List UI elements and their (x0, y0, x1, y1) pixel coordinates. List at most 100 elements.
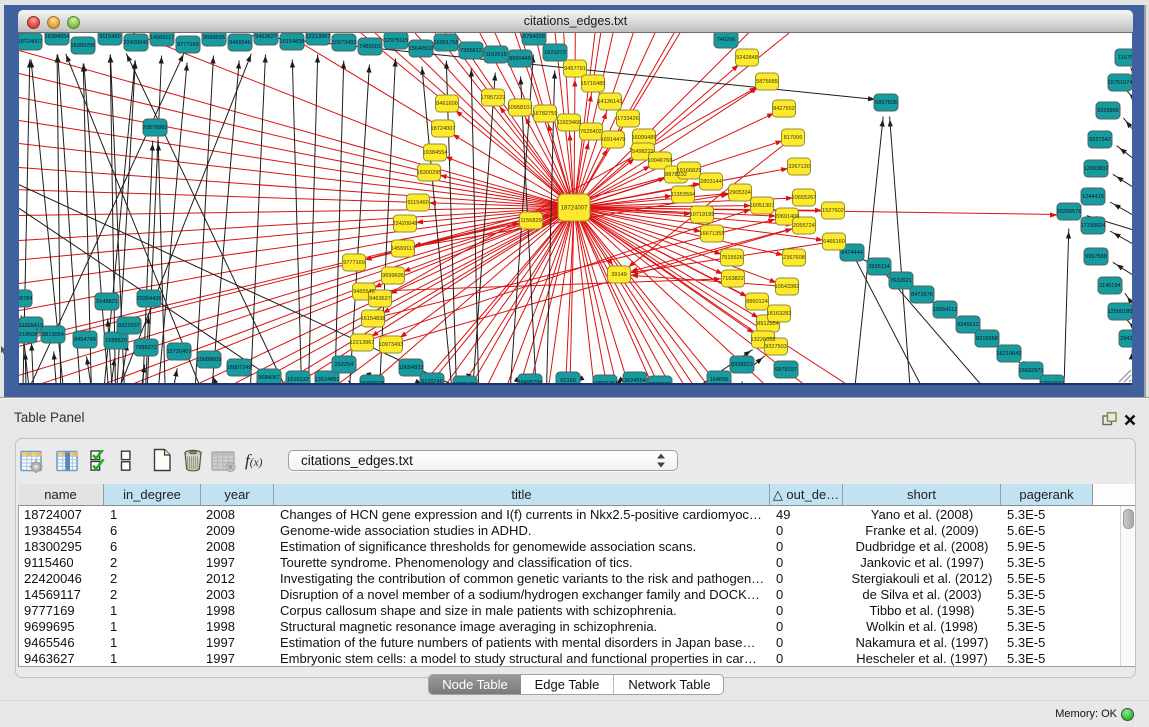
svg-text:20206576: 20206576 (1057, 209, 1082, 215)
svg-text:12213967: 12213967 (350, 340, 375, 346)
svg-text:1244415: 1244415 (1082, 194, 1104, 200)
svg-text:9327503: 9327503 (765, 344, 787, 350)
svg-text:18300295: 18300295 (71, 43, 96, 49)
svg-text:10654112: 10654112 (933, 307, 957, 313)
svg-text:9227342: 9227342 (1089, 137, 1111, 143)
svg-text:6794028: 6794028 (523, 34, 545, 40)
svg-text:19654923: 19654923 (399, 365, 424, 371)
svg-text:9777169: 9777169 (177, 42, 199, 48)
svg-text:15640910: 15640910 (409, 46, 434, 52)
svg-text:16914479: 16914479 (601, 137, 626, 143)
svg-text:18724007: 18724007 (431, 126, 456, 132)
svg-text:7955812: 7955812 (460, 48, 482, 54)
svg-text:16154838: 16154838 (280, 39, 305, 45)
svg-text:6879197: 6879197 (775, 367, 797, 373)
svg-text:817006: 817006 (784, 135, 803, 141)
svg-text:8427552: 8427552 (773, 106, 795, 112)
svg-text:9115460: 9115460 (407, 200, 428, 206)
svg-text:12505185: 12505185 (1108, 309, 1132, 315)
svg-text:8454749: 8454749 (74, 337, 96, 343)
svg-text:62160: 62160 (560, 378, 576, 384)
svg-text:13524851: 13524851 (315, 377, 340, 383)
svg-text:10688609: 10688609 (197, 357, 222, 363)
svg-text:12213967: 12213967 (306, 34, 331, 40)
svg-text:11325419: 11325419 (19, 323, 43, 329)
svg-text:7625402: 7625402 (580, 129, 602, 135)
svg-text:9699695: 9699695 (203, 35, 225, 41)
svg-text:10973493: 10973493 (332, 40, 357, 46)
svg-text:10046766: 10046766 (648, 158, 673, 164)
svg-text:13226058: 13226058 (751, 337, 776, 343)
svg-text:9245612: 9245612 (957, 322, 979, 328)
svg-text:252254: 252254 (335, 362, 354, 368)
svg-text:10958107: 10958107 (508, 105, 533, 111)
svg-text:8813054: 8813054 (42, 332, 64, 338)
svg-text:15692971: 15692971 (1019, 368, 1044, 374)
svg-text:7163822: 7163822 (722, 276, 744, 282)
svg-text:9899695: 9899695 (649, 382, 671, 384)
svg-text:19384554: 19384554 (423, 150, 448, 156)
svg-text:15751074: 15751074 (1108, 80, 1132, 86)
svg-text:15716485: 15716485 (581, 81, 606, 87)
svg-text:1162615: 1162615 (485, 52, 506, 58)
svg-text:116753: 116753 (1118, 55, 1132, 61)
svg-text:16099489: 16099489 (632, 135, 657, 141)
svg-text:39149: 39149 (611, 272, 627, 278)
svg-text:9777169: 9777169 (343, 260, 365, 266)
svg-text:1615132: 1615132 (287, 377, 309, 383)
svg-text:20876882: 20876882 (143, 125, 168, 131)
svg-text:9465546: 9465546 (353, 289, 375, 295)
svg-text:18724007: 18724007 (561, 205, 588, 211)
svg-text:1156829: 1156829 (520, 218, 541, 224)
svg-text:746266: 746266 (717, 37, 736, 43)
svg-text:8322037: 8322037 (118, 323, 140, 329)
svg-text:8215958: 8215958 (976, 336, 998, 342)
svg-text:9463627: 9463627 (255, 34, 277, 40)
svg-text:15720407: 15720407 (167, 349, 192, 355)
svg-text:9242848: 9242848 (736, 55, 758, 61)
svg-text:17339924: 17339924 (1081, 223, 1106, 229)
svg-text:9997588: 9997588 (1085, 254, 1107, 260)
svg-text:10025458: 10025458 (453, 382, 478, 384)
svg-text:19218506: 19218506 (19, 332, 37, 338)
svg-text:8990448: 8990448 (509, 56, 531, 62)
svg-text:16154838: 16154838 (361, 316, 386, 322)
svg-text:9465546: 9465546 (229, 40, 251, 46)
svg-text:18300295: 18300295 (417, 170, 442, 176)
svg-text:16671355: 16671355 (700, 231, 725, 237)
svg-text:16210643: 16210643 (997, 351, 1022, 357)
svg-text:9329966: 9329966 (1097, 108, 1119, 114)
svg-text:20364436: 20364436 (137, 296, 162, 302)
svg-text:18163282: 18163282 (767, 311, 792, 317)
svg-text:9463627: 9463627 (369, 296, 391, 302)
svg-text:1527602: 1527602 (822, 208, 844, 214)
svg-text:10807487: 10807487 (593, 381, 618, 384)
svg-text:6120746: 6120746 (421, 379, 443, 384)
svg-text:1733426: 1733426 (617, 116, 639, 122)
svg-text:22420046: 22420046 (124, 40, 149, 46)
svg-text:8461606: 8461606 (436, 101, 458, 107)
svg-text:2803144: 2803144 (700, 179, 722, 185)
svg-text:10543382: 10543382 (775, 284, 800, 290)
svg-text:20691406: 20691406 (775, 214, 800, 220)
svg-text:3267130: 3267130 (788, 164, 810, 170)
svg-text:9457791: 9457791 (564, 66, 586, 72)
svg-text:1145194: 1145194 (1099, 283, 1120, 289)
svg-text:6466160: 6466160 (823, 239, 845, 245)
svg-text:10719185: 10719185 (690, 212, 715, 218)
svg-text:19166829: 19166829 (677, 168, 702, 174)
svg-text:9115460: 9115460 (99, 34, 120, 40)
svg-text:164095: 164095 (710, 377, 729, 383)
svg-text:6897508: 6897508 (875, 100, 897, 106)
svg-text:3624554: 3624554 (624, 378, 646, 384)
svg-text:9146821: 9146821 (96, 299, 118, 305)
svg-text:12093832: 12093832 (1084, 166, 1109, 172)
svg-text:7515526: 7515526 (721, 255, 743, 261)
svg-text:7986372: 7986372 (135, 345, 157, 351)
svg-text:9699695: 9699695 (382, 273, 404, 279)
svg-text:16961758: 16961758 (434, 40, 459, 46)
svg-text:9474444: 9474444 (841, 250, 863, 256)
svg-text:7485003: 7485003 (359, 44, 381, 50)
svg-text:10756928: 10756928 (360, 381, 385, 384)
svg-text:10973493: 10973493 (379, 342, 404, 348)
